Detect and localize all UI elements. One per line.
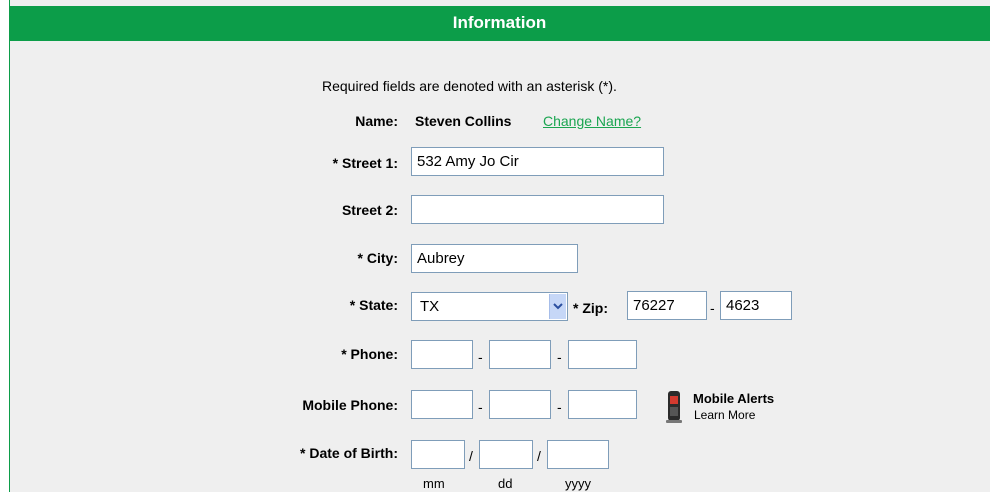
chevron-down-icon[interactable] xyxy=(549,294,566,319)
mobile-alerts-title: Mobile Alerts xyxy=(693,391,775,406)
dob-mm-hint: mm xyxy=(423,476,445,491)
state-label: * State: xyxy=(349,297,398,313)
zip-dash: - xyxy=(710,300,715,316)
phone-area-input[interactable] xyxy=(411,340,473,369)
mobile-dash-1: - xyxy=(478,399,483,415)
street2-label: Street 2: xyxy=(341,202,398,218)
dob-yyyy-hint: yyyy xyxy=(565,476,591,491)
city-label: * City: xyxy=(357,250,398,266)
dob-yyyy-input[interactable] xyxy=(547,440,609,469)
name-label: Name: xyxy=(355,113,398,129)
mobile-label: Mobile Phone: xyxy=(302,397,398,413)
zip-input[interactable]: 76227 xyxy=(627,291,707,320)
phone-dash-1: - xyxy=(478,349,483,365)
required-notice: Required fields are denoted with an aste… xyxy=(322,78,617,94)
change-name-link[interactable]: Change Name? xyxy=(543,113,641,129)
phone-dash-2: - xyxy=(557,349,562,365)
phone-line-input[interactable] xyxy=(568,340,637,369)
name-value: Steven Collins xyxy=(415,113,512,129)
dob-sep-1: / xyxy=(469,448,473,464)
section-title: Information xyxy=(452,13,547,32)
learn-more-link[interactable]: Learn More xyxy=(694,408,755,422)
zip-label: * Zip: xyxy=(573,300,608,316)
city-input[interactable]: Aubrey xyxy=(411,244,578,273)
phone-label: * Phone: xyxy=(341,346,398,362)
mobile-area-input[interactable] xyxy=(411,390,473,419)
dob-dd-hint: dd xyxy=(498,476,513,491)
dob-sep-2: / xyxy=(537,448,541,464)
mobile-phone-icon xyxy=(666,390,682,424)
section-header: Information xyxy=(9,6,990,41)
dob-dd-input[interactable] xyxy=(479,440,533,469)
mobile-prefix-input[interactable] xyxy=(489,390,551,419)
state-selected-value: TX xyxy=(420,298,440,315)
phone-prefix-input[interactable] xyxy=(489,340,551,369)
mobile-line-input[interactable] xyxy=(568,390,637,419)
state-select[interactable]: TX xyxy=(411,292,568,321)
street1-input[interactable]: 532 Amy Jo Cir xyxy=(411,147,664,176)
street1-label: * Street 1: xyxy=(332,155,398,171)
dob-mm-input[interactable] xyxy=(411,440,465,469)
zip-ext-input[interactable]: 4623 xyxy=(720,291,792,320)
mobile-dash-2: - xyxy=(557,399,562,415)
dob-label: * Date of Birth: xyxy=(300,445,398,461)
street2-input[interactable] xyxy=(411,195,664,224)
